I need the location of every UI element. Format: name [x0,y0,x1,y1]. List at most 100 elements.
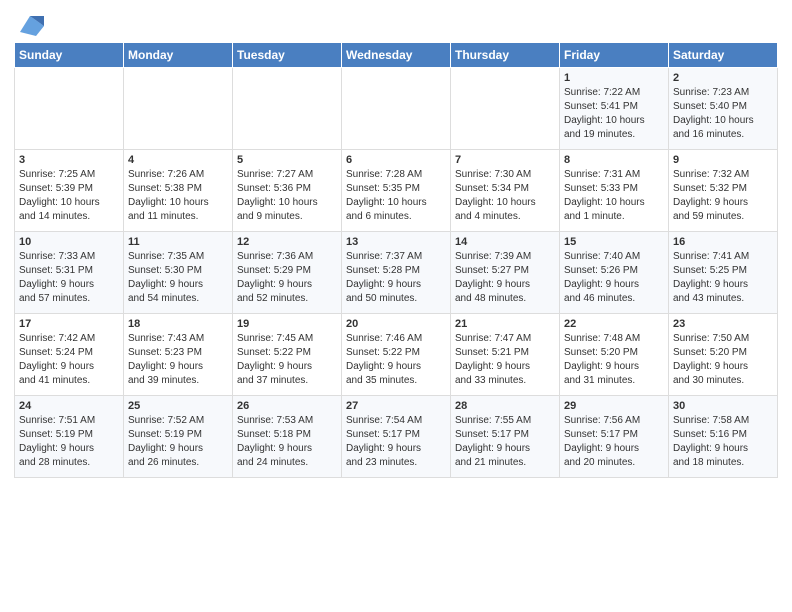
day-number: 3 [19,154,119,166]
day-info: Sunrise: 7:55 AM Sunset: 5:17 PM Dayligh… [455,414,555,470]
header-cell-friday: Friday [560,43,669,68]
day-number: 1 [564,72,664,84]
day-number: 7 [455,154,555,166]
header-cell-wednesday: Wednesday [342,43,451,68]
day-info: Sunrise: 7:41 AM Sunset: 5:25 PM Dayligh… [673,250,773,306]
day-info: Sunrise: 7:58 AM Sunset: 5:16 PM Dayligh… [673,414,773,470]
calendar-body: 1Sunrise: 7:22 AM Sunset: 5:41 PM Daylig… [15,68,778,478]
day-number: 30 [673,400,773,412]
day-info: Sunrise: 7:33 AM Sunset: 5:31 PM Dayligh… [19,250,119,306]
header-cell-thursday: Thursday [451,43,560,68]
day-number: 22 [564,318,664,330]
day-number: 6 [346,154,446,166]
day-info: Sunrise: 7:31 AM Sunset: 5:33 PM Dayligh… [564,168,664,224]
header [14,10,778,36]
day-cell: 21 Sunrise: 7:47 AM Sunset: 5:21 PM Dayli… [451,314,560,396]
day-info: Sunrise: 7:56 AM Sunset: 5:17 PM Dayligh… [564,414,664,470]
day-cell: 1Sunrise: 7:22 AM Sunset: 5:41 PM Daylig… [560,68,669,150]
header-cell-tuesday: Tuesday [233,43,342,68]
week-row-2: 10 Sunrise: 7:33 AM Sunset: 5:31 PM Dayli… [15,232,778,314]
day-info: Sunrise: 7:37 AM Sunset: 5:28 PM Dayligh… [346,250,446,306]
day-cell: 3 Sunrise: 7:25 AM Sunset: 5:39 PM Daylig… [15,150,124,232]
day-number: 18 [128,318,228,330]
day-number: 20 [346,318,446,330]
day-info: Sunrise: 7:36 AM Sunset: 5:29 PM Dayligh… [237,250,337,306]
day-info: Sunrise: 7:52 AM Sunset: 5:19 PM Dayligh… [128,414,228,470]
day-cell [451,68,560,150]
day-number: 21 [455,318,555,330]
day-info: Sunrise: 7:47 AM Sunset: 5:21 PM Dayligh… [455,332,555,388]
header-cell-sunday: Sunday [15,43,124,68]
day-cell: 10 Sunrise: 7:33 AM Sunset: 5:31 PM Dayli… [15,232,124,314]
day-cell: 28 Sunrise: 7:55 AM Sunset: 5:17 PM Dayli… [451,396,560,478]
day-number: 5 [237,154,337,166]
day-number: 28 [455,400,555,412]
week-row-0: 1Sunrise: 7:22 AM Sunset: 5:41 PM Daylig… [15,68,778,150]
day-number: 9 [673,154,773,166]
day-cell: 19 Sunrise: 7:45 AM Sunset: 5:22 PM Dayli… [233,314,342,396]
day-number: 14 [455,236,555,248]
day-cell: 27 Sunrise: 7:54 AM Sunset: 5:17 PM Dayli… [342,396,451,478]
day-number: 25 [128,400,228,412]
main-container: SundayMondayTuesdayWednesdayThursdayFrid… [0,0,792,488]
day-cell [15,68,124,150]
header-cell-monday: Monday [124,43,233,68]
day-info: Sunrise: 7:39 AM Sunset: 5:27 PM Dayligh… [455,250,555,306]
day-info: Sunrise: 7:23 AM Sunset: 5:40 PM Dayligh… [673,86,773,142]
day-info: Sunrise: 7:53 AM Sunset: 5:18 PM Dayligh… [237,414,337,470]
day-cell: 9 Sunrise: 7:32 AM Sunset: 5:32 PM Daylig… [669,150,778,232]
day-cell: 5 Sunrise: 7:27 AM Sunset: 5:36 PM Daylig… [233,150,342,232]
day-cell [342,68,451,150]
day-number: 15 [564,236,664,248]
week-row-3: 17 Sunrise: 7:42 AM Sunset: 5:24 PM Dayli… [15,314,778,396]
day-info: Sunrise: 7:32 AM Sunset: 5:32 PM Dayligh… [673,168,773,224]
day-info: Sunrise: 7:26 AM Sunset: 5:38 PM Dayligh… [128,168,228,224]
calendar-header: SundayMondayTuesdayWednesdayThursdayFrid… [15,43,778,68]
day-info: Sunrise: 7:54 AM Sunset: 5:17 PM Dayligh… [346,414,446,470]
day-info: Sunrise: 7:51 AM Sunset: 5:19 PM Dayligh… [19,414,119,470]
day-number: 11 [128,236,228,248]
day-number: 29 [564,400,664,412]
day-number: 19 [237,318,337,330]
day-number: 17 [19,318,119,330]
day-cell: 25 Sunrise: 7:52 AM Sunset: 5:19 PM Dayli… [124,396,233,478]
day-info: Sunrise: 7:35 AM Sunset: 5:30 PM Dayligh… [128,250,228,306]
day-cell: 7 Sunrise: 7:30 AM Sunset: 5:34 PM Daylig… [451,150,560,232]
day-number: 10 [19,236,119,248]
day-number: 27 [346,400,446,412]
day-cell: 15 Sunrise: 7:40 AM Sunset: 5:26 PM Dayli… [560,232,669,314]
day-info: Sunrise: 7:27 AM Sunset: 5:36 PM Dayligh… [237,168,337,224]
day-cell: 17 Sunrise: 7:42 AM Sunset: 5:24 PM Dayli… [15,314,124,396]
calendar-table: SundayMondayTuesdayWednesdayThursdayFrid… [14,42,778,478]
day-info: Sunrise: 7:46 AM Sunset: 5:22 PM Dayligh… [346,332,446,388]
day-info: Sunrise: 7:42 AM Sunset: 5:24 PM Dayligh… [19,332,119,388]
header-row: SundayMondayTuesdayWednesdayThursdayFrid… [15,43,778,68]
day-number: 12 [237,236,337,248]
day-info: Sunrise: 7:40 AM Sunset: 5:26 PM Dayligh… [564,250,664,306]
week-row-1: 3 Sunrise: 7:25 AM Sunset: 5:39 PM Daylig… [15,150,778,232]
day-info: Sunrise: 7:30 AM Sunset: 5:34 PM Dayligh… [455,168,555,224]
day-cell: 12 Sunrise: 7:36 AM Sunset: 5:29 PM Dayli… [233,232,342,314]
day-info: Sunrise: 7:45 AM Sunset: 5:22 PM Dayligh… [237,332,337,388]
day-number: 16 [673,236,773,248]
day-cell: 11 Sunrise: 7:35 AM Sunset: 5:30 PM Dayli… [124,232,233,314]
day-cell: 16 Sunrise: 7:41 AM Sunset: 5:25 PM Dayli… [669,232,778,314]
day-cell: 13Sunrise: 7:37 AM Sunset: 5:28 PM Dayli… [342,232,451,314]
day-info: Sunrise: 7:48 AM Sunset: 5:20 PM Dayligh… [564,332,664,388]
day-cell: 22 Sunrise: 7:48 AM Sunset: 5:20 PM Dayli… [560,314,669,396]
day-number: 4 [128,154,228,166]
day-cell: 29 Sunrise: 7:56 AM Sunset: 5:17 PM Dayli… [560,396,669,478]
day-cell: 30 Sunrise: 7:58 AM Sunset: 5:16 PM Dayli… [669,396,778,478]
day-info: Sunrise: 7:43 AM Sunset: 5:23 PM Dayligh… [128,332,228,388]
day-cell: 4 Sunrise: 7:26 AM Sunset: 5:38 PM Daylig… [124,150,233,232]
day-cell: 8 Sunrise: 7:31 AM Sunset: 5:33 PM Daylig… [560,150,669,232]
day-cell: 24 Sunrise: 7:51 AM Sunset: 5:19 PM Dayli… [15,396,124,478]
day-number: 8 [564,154,664,166]
logo-icon [16,14,44,36]
day-number: 24 [19,400,119,412]
day-cell: 2Sunrise: 7:23 AM Sunset: 5:40 PM Daylig… [669,68,778,150]
day-cell: 23Sunrise: 7:50 AM Sunset: 5:20 PM Dayli… [669,314,778,396]
day-info: Sunrise: 7:25 AM Sunset: 5:39 PM Dayligh… [19,168,119,224]
day-cell [233,68,342,150]
day-cell: 18 Sunrise: 7:43 AM Sunset: 5:23 PM Dayli… [124,314,233,396]
